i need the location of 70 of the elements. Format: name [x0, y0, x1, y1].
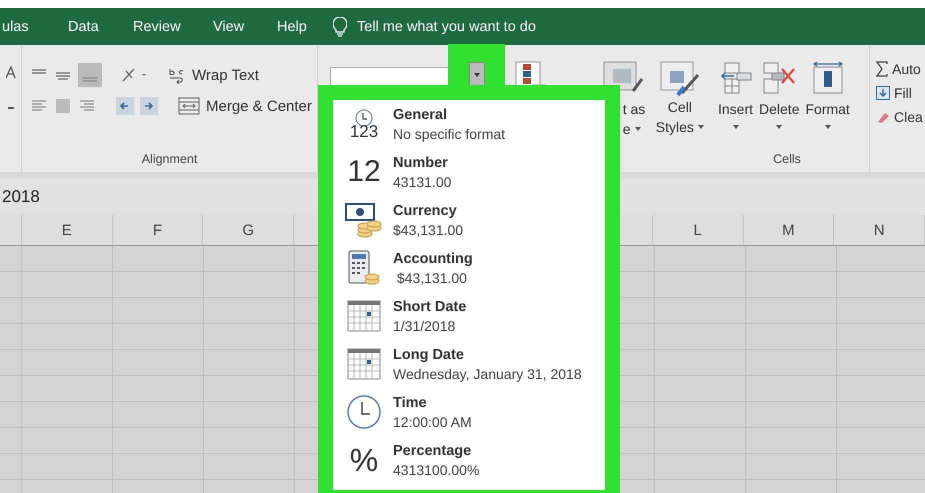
format-name: Number	[393, 154, 449, 170]
ribbon-tab[interactable]: ulas	[2, 18, 68, 34]
format-name: Accounting	[393, 250, 473, 266]
sum-icon[interactable]	[876, 61, 888, 77]
format-cells-icon[interactable]	[810, 61, 845, 95]
menu-item[interactable]: 123 General No specific format	[335, 100, 605, 148]
fill-down-icon[interactable]	[876, 86, 890, 100]
insert-cells-icon[interactable]	[718, 61, 752, 95]
formula-value[interactable]: 2018	[2, 186, 40, 206]
cells-button[interactable]: Delete	[759, 99, 800, 119]
merge-cells-icon[interactable]	[178, 97, 200, 115]
currency-icon	[345, 202, 383, 238]
format-name: Percentage	[393, 442, 472, 458]
format-example: 4313100.00%	[393, 462, 480, 478]
column-header[interactable]: G	[203, 215, 294, 245]
menu-item[interactable]: Time 12:00:00 AM	[335, 388, 605, 436]
tell-me-search[interactable]: Tell me what you want to do	[357, 18, 536, 34]
format-example: $43,131.00	[393, 222, 464, 238]
menu-item[interactable]: Short Date 1/31/2018	[335, 292, 605, 340]
merge-center-button[interactable]: Merge & Center	[206, 98, 312, 114]
column-header[interactable]: M	[744, 215, 834, 245]
format-example: No specific format	[393, 126, 506, 142]
wrap-text-icon[interactable]	[168, 66, 186, 84]
format-name: Long Date	[393, 346, 465, 362]
format-example: 12:00:00 AM	[393, 414, 472, 430]
format-name: General	[393, 106, 448, 122]
column-header[interactable]: N	[834, 215, 925, 245]
format-as-table-button[interactable]: t as	[622, 99, 655, 119]
number-format-icon: 12	[347, 155, 381, 189]
delete-cells-icon[interactable]	[762, 61, 796, 95]
format-name: Short Date	[393, 298, 466, 314]
editing-button[interactable]: Fill	[894, 85, 912, 101]
menu-item[interactable]: Accounting $43,131.00	[335, 244, 605, 292]
cells-button[interactable]: Insert	[718, 99, 754, 119]
ribbon-tab[interactable]: Data	[68, 18, 133, 34]
column-header[interactable]: E	[22, 215, 113, 245]
format-example: Wednesday, January 31, 2018	[393, 366, 582, 382]
column-header[interactable]: F	[112, 215, 204, 245]
cells-button[interactable]: Format	[805, 99, 850, 119]
format-example: $43,131.00	[396, 270, 468, 286]
percent-icon: %	[350, 442, 378, 478]
format-name: Currency	[393, 202, 458, 218]
increase-indent-icon[interactable]	[140, 97, 158, 115]
decrease-indent-icon[interactable]	[116, 97, 134, 115]
ribbon-tab[interactable]: View	[213, 18, 277, 34]
calendar-icon	[347, 348, 381, 380]
menu-item[interactable]: Long Date Wednesday, January 31, 2018	[335, 340, 605, 388]
editing-button[interactable]: Clea	[894, 109, 923, 125]
table-style-icon[interactable]	[602, 61, 643, 95]
font-size-icon[interactable]	[6, 65, 16, 79]
editing-button[interactable]: Auto	[892, 61, 921, 77]
group-label: Alignment	[142, 152, 198, 166]
wrap-text-button[interactable]: Wrap Text	[192, 66, 259, 84]
group-label: Cells	[773, 152, 801, 166]
ribbon-tab[interactable]: Review	[133, 18, 213, 34]
calculator-icon	[346, 250, 382, 286]
clock-icon	[346, 394, 382, 430]
format-as-table-label: e	[622, 120, 631, 139]
cell-styles-icon[interactable]	[660, 61, 700, 97]
calendar-icon	[347, 300, 381, 332]
format-name: Time	[393, 394, 428, 410]
column-header[interactable]: L	[652, 215, 744, 245]
menu-item[interactable]: % Percentage 4313100.00%	[335, 436, 605, 484]
format-example: 43131.00	[393, 174, 452, 190]
cell-styles-label: Styles	[656, 118, 694, 137]
ribbon-tab[interactable]: Help	[277, 18, 333, 34]
menu-item[interactable]: Currency $43,131.00	[335, 196, 605, 244]
format-example: 1/31/2018	[393, 318, 456, 334]
cell-styles-button[interactable]: Cell	[668, 97, 692, 117]
lightbulb-icon	[333, 16, 347, 36]
